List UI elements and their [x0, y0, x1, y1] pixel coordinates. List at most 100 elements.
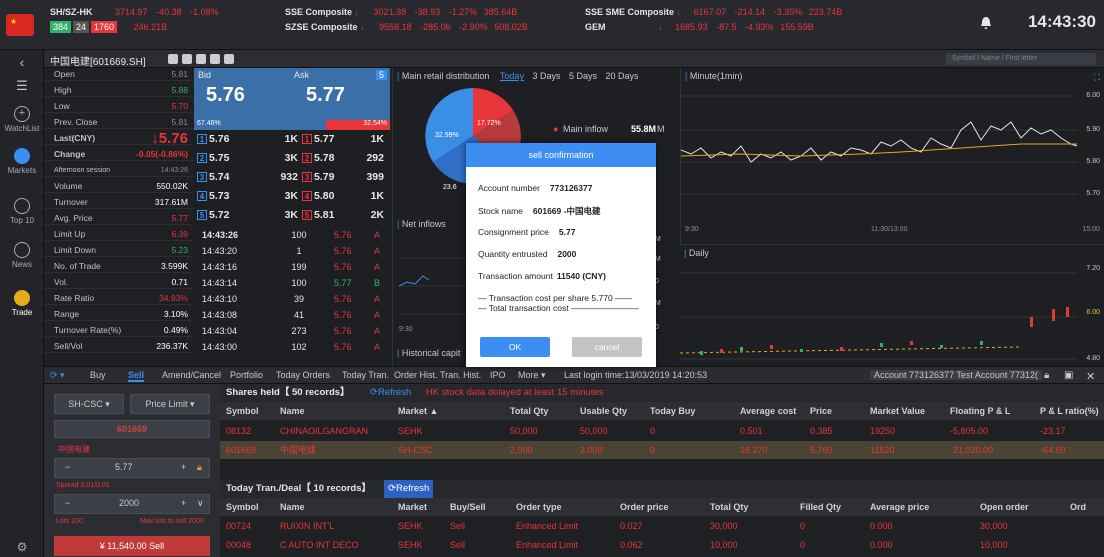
column-header[interactable]: Order type [516, 498, 562, 516]
info-icon[interactable] [196, 54, 206, 64]
close-icon[interactable]: ✕ [1086, 370, 1095, 383]
tab-today[interactable]: Today [500, 71, 524, 81]
note-icon[interactable] [210, 54, 220, 64]
tab-order-hist[interactable]: Order Hist. [394, 370, 438, 380]
settings-icon[interactable]: ⚙ [0, 540, 44, 554]
tab-today-tran[interactable]: Today Tran. [342, 370, 389, 380]
cancel-button[interactable]: cancel [572, 337, 642, 357]
window-icon[interactable]: ▣ [1064, 370, 1073, 381]
sell-submit-button[interactable]: ¥ 11,540.00 Sell [54, 536, 210, 556]
order-type-select[interactable]: Price Limit ▾ [130, 394, 210, 414]
trade-tick-row: 14:43:16 199 5.76 A [202, 262, 381, 272]
column-header[interactable]: Usable Qty [580, 402, 627, 420]
table-cell: 601669 [226, 445, 257, 455]
tab-today-orders[interactable]: Today Orders [276, 370, 330, 380]
minus-button[interactable]: − [65, 459, 70, 475]
qty-plus-button[interactable]: + [181, 495, 186, 511]
clock: 14:43:30 [1027, 12, 1096, 31]
index-sse[interactable]: SSE Composite ↓ 3021.38 -38.93 -1.27% 38… [285, 6, 517, 18]
quote-row: Turnover Rate(%) 0.49% [44, 324, 194, 337]
column-header[interactable]: Market Value [870, 402, 925, 420]
tab-portfolio[interactable]: Portfolio [230, 370, 263, 380]
tab-amend-cancel[interactable]: Amend/Cancel [162, 370, 221, 380]
tab-20days[interactable]: 20 Days [606, 71, 639, 81]
nav-news[interactable]: News [0, 242, 44, 269]
bell-icon[interactable] [980, 16, 992, 30]
index-sh-sz-hk[interactable]: SH/SZ-HK 3714.97 -40.38 -1.08% [50, 6, 219, 18]
column-header[interactable]: Filled Qty [800, 498, 841, 516]
tab-more[interactable]: More ▾ [518, 370, 546, 381]
table-cell: 0.027 [620, 521, 643, 531]
index-sme[interactable]: SSE SME Composite ↓ 6167.07 -214.14 -3.3… [585, 6, 842, 18]
table-row[interactable]: 00048 C AUTO INT DECO SEHK Sell Enhanced Lim… [220, 536, 1104, 554]
tab-3days[interactable]: 3 Days [532, 71, 560, 81]
tab-buy[interactable]: Buy [90, 370, 106, 380]
heart-icon[interactable] [182, 54, 192, 64]
holdings-refresh-button[interactable]: ⟳Refresh [370, 384, 411, 402]
quote-row: Change -0.05(-0.86%) [44, 148, 194, 161]
column-header[interactable]: Order price [620, 498, 669, 516]
lock-icon[interactable]: 🔒︎ [197, 459, 202, 475]
tab-sell[interactable]: Sell [128, 370, 145, 382]
column-header[interactable]: Name [280, 402, 305, 420]
nav-markets[interactable]: Markets [0, 148, 44, 175]
column-header[interactable]: Total Qty [710, 498, 748, 516]
column-header[interactable]: Market [398, 498, 427, 516]
qty-minus-button[interactable]: − [65, 495, 70, 511]
table-row[interactable]: 00724 RUIXIN INT'L SEHK Sell Enhanced Limit 0… [220, 517, 1104, 535]
quantity-stepper[interactable]: − 2000 + ∨ [54, 494, 210, 514]
tab-ipo[interactable]: IPO [490, 370, 506, 380]
stock-code-input[interactable]: 601669 [54, 420, 210, 438]
nav-top10[interactable]: Top 10 [0, 198, 44, 225]
column-header[interactable]: Average cost [740, 402, 796, 420]
table-cell: 30,000 [710, 521, 738, 531]
table-row[interactable]: 08132 CHINAOILGANGRAN SEHK 50,000 50,000 0 0.5… [220, 422, 1104, 440]
quote-label: Low [54, 101, 70, 111]
trade-icon [14, 290, 30, 306]
quote-label: Turnover Rate(%) [54, 325, 122, 335]
column-header[interactable]: Buy/Sell [450, 498, 486, 516]
nav-trade[interactable]: Trade [0, 290, 44, 317]
trade-tabs-row: ⟳ ▾ Buy Sell Amend/Cancel Portfolio Toda… [44, 366, 1104, 384]
column-header[interactable]: Today Buy [650, 402, 695, 420]
search-input[interactable]: Symbol / Name / First letter [946, 53, 1096, 65]
grid-icon[interactable] [168, 54, 178, 64]
nav-watchlist[interactable]: + WatchList [0, 106, 44, 133]
column-header[interactable]: Name [280, 498, 305, 516]
column-header[interactable]: Ord [1070, 498, 1086, 516]
column-header[interactable]: Open order [980, 498, 1029, 516]
china-flag-icon[interactable]: ★ [6, 14, 34, 36]
lock-icon[interactable]: 🔒︎ [1044, 370, 1049, 381]
refresh-icon[interactable]: ⟳ ▾ [50, 370, 65, 381]
quote-label: Range [54, 309, 80, 319]
quote-value: 317.61M [154, 197, 188, 207]
plus-button[interactable]: + [181, 459, 186, 475]
column-header[interactable]: Total Qty [510, 402, 548, 420]
column-header[interactable]: P & L ratio(%) [1040, 402, 1099, 420]
column-header[interactable]: Market ▲ [398, 402, 438, 420]
tab-tran-hist[interactable]: Tran. Hist. [440, 370, 481, 380]
table-row[interactable]: 601669 中国电建 SH-CSC 2,000 2,000 0 16.270 5.760 11… [220, 441, 1104, 459]
market-select[interactable]: SH-CSC ▾ [54, 394, 124, 414]
index-szse[interactable]: SZSE Composite ↓ 9558.18 -285.06 -2.90% … [285, 21, 528, 33]
column-header[interactable]: Average price [870, 498, 929, 516]
chevron-down-icon[interactable]: ∨ [197, 495, 204, 511]
deals-refresh-button[interactable]: ⟳Refresh [384, 480, 434, 498]
table-cell: Sell [450, 521, 466, 531]
quote-value: 0.71 [171, 277, 188, 287]
account-select[interactable]: Account 773126377 Test Account 77312( [870, 370, 1042, 380]
index-gem[interactable]: GEM ↓ 1685.93 -87.5 -4.93% 155.59B [585, 21, 814, 33]
ok-button[interactable]: OK [480, 337, 550, 357]
column-header[interactable]: Symbol [226, 498, 259, 516]
tab-5days[interactable]: 5 Days [569, 71, 597, 81]
column-header[interactable]: Price [810, 402, 832, 420]
back-icon[interactable]: ‹ [0, 54, 44, 70]
column-header[interactable]: Symbol [226, 402, 259, 420]
column-header[interactable]: Floating P & L [950, 402, 1010, 420]
menu-icon[interactable]: ☰ [0, 78, 44, 94]
table-cell: 0 [650, 445, 656, 455]
sell-confirmation-dialog: sell confirmation Account number 77312637… [466, 143, 656, 367]
dialog-title: sell confirmation [466, 143, 656, 167]
price-stepper[interactable]: − 5.77 + 🔒︎ [54, 458, 210, 478]
f10-icon[interactable] [224, 54, 234, 64]
